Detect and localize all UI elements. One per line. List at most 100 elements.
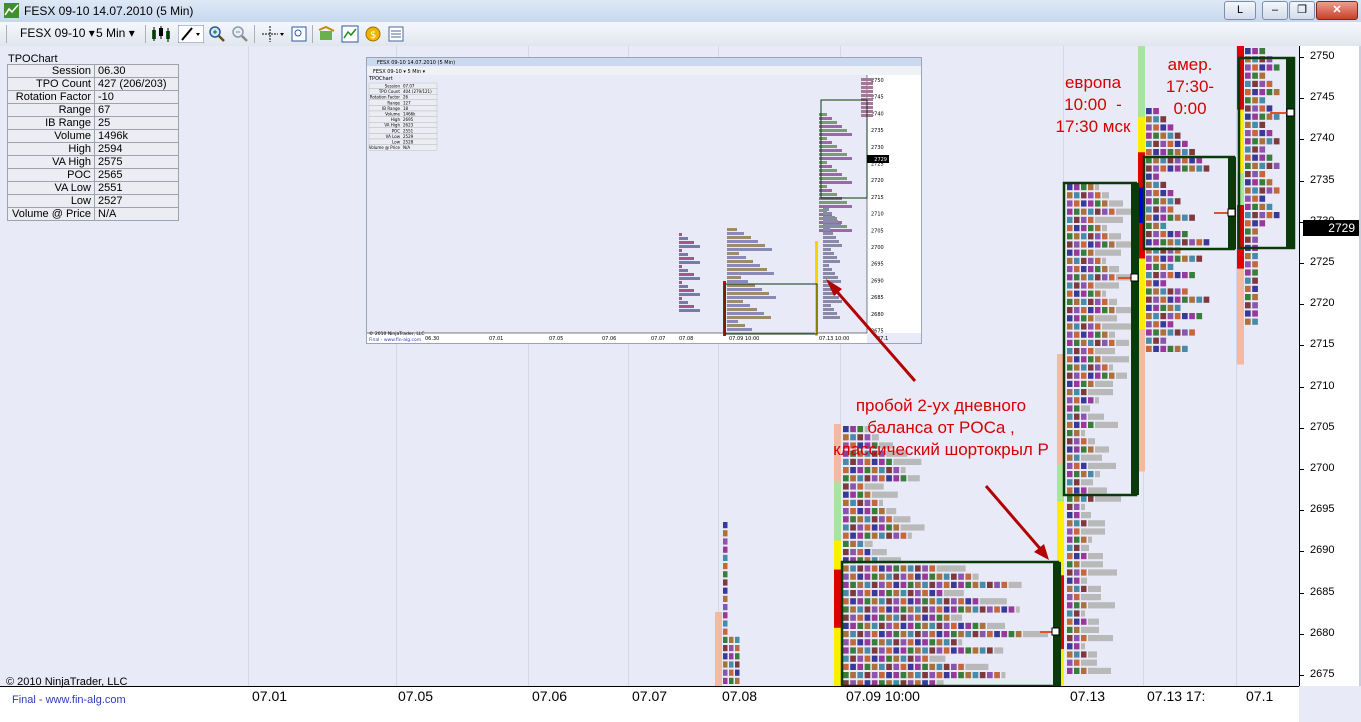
tpo-cell <box>951 581 957 588</box>
session-color-strip <box>1138 435 1145 472</box>
tpo-cell <box>1088 315 1094 322</box>
session-color-strip <box>1138 81 1145 118</box>
tpo-cell <box>857 622 864 629</box>
tpo-cell <box>1203 165 1210 172</box>
volume-bar <box>1081 610 1085 617</box>
tpo-cell <box>1001 581 1008 588</box>
drawing-tool-icon[interactable] <box>178 25 204 43</box>
orders-icon[interactable]: $ <box>364 25 382 43</box>
tpo-cell <box>850 655 856 662</box>
tpo-cell <box>929 614 936 621</box>
tpo-cell <box>1067 561 1073 568</box>
volume-bar <box>1102 225 1107 232</box>
tpo-cell <box>943 647 950 654</box>
tpo-cell <box>879 631 885 638</box>
tpo-cell <box>1167 206 1174 213</box>
instrument-label: FESX 09-10 <box>20 26 86 40</box>
tpo-cell <box>1067 225 1073 232</box>
tpo-cell <box>1088 184 1094 191</box>
strategy-icon[interactable] <box>318 25 336 43</box>
tpo-cell <box>871 622 878 629</box>
volume-bar <box>1081 544 1089 551</box>
tpo-cell <box>1167 140 1174 147</box>
tpo-cell <box>1088 356 1094 363</box>
tpo-cell <box>1153 329 1159 336</box>
tpo-cell <box>936 663 943 670</box>
chart-app-icon <box>4 3 19 18</box>
session-color-strip <box>834 569 841 600</box>
tpo-cell <box>1273 138 1280 145</box>
tpo-cell <box>1252 138 1258 145</box>
tpo-cell <box>1252 89 1258 96</box>
tpo-cell <box>1266 162 1273 169</box>
tpo-cell <box>1067 430 1073 437</box>
tpo-cell <box>965 622 972 629</box>
tpo-cell <box>1174 345 1181 352</box>
tpo-cell <box>1109 274 1115 281</box>
footer-link[interactable]: Final - www.fin-alg.com <box>12 694 126 706</box>
tpo-cell <box>1109 339 1115 346</box>
chart-style-icon[interactable] <box>150 25 176 43</box>
interval-selector[interactable]: 5 Min ▾ <box>96 26 135 40</box>
tpo-cell <box>1153 255 1159 262</box>
session-color-strip <box>1138 258 1145 295</box>
tpo-cell <box>1067 405 1073 412</box>
volume-bar <box>1095 471 1100 478</box>
tpo-cell <box>871 499 878 506</box>
tpo-cell <box>1153 296 1159 303</box>
tpo-cell <box>857 647 864 654</box>
tpo-cell <box>922 672 928 679</box>
tpo-cell <box>843 516 849 523</box>
tpo-cell <box>1182 272 1188 279</box>
volume-bar <box>1008 581 1022 588</box>
crosshair-icon[interactable] <box>260 25 286 43</box>
tpo-cell <box>1146 255 1152 262</box>
tpo-cell <box>843 565 849 572</box>
properties-icon[interactable] <box>387 25 405 43</box>
tpo-cell <box>886 622 892 629</box>
tpo-cell <box>907 614 914 621</box>
volume-bar <box>1015 606 1020 613</box>
tpo-cell <box>929 606 936 613</box>
zoom-out-icon[interactable] <box>231 25 249 43</box>
tpo-cell <box>857 663 864 670</box>
tpo-cell <box>871 516 878 523</box>
tpo-cell <box>850 516 856 523</box>
help-button[interactable]: L <box>1224 1 1256 20</box>
tpo-cell <box>886 475 892 482</box>
data-box-icon[interactable] <box>290 25 308 43</box>
tpo-cell <box>850 663 856 670</box>
tpo-cell <box>1001 631 1008 638</box>
close-button[interactable]: ✕ <box>1316 1 1358 20</box>
zoom-in-icon[interactable] <box>208 25 226 43</box>
tpo-cell <box>850 631 856 638</box>
volume-bar <box>1088 569 1117 576</box>
volume-bar <box>1081 430 1085 437</box>
tpo-cell <box>1174 329 1181 336</box>
tpo-cell <box>1160 313 1167 320</box>
tpo-cell <box>1160 304 1167 311</box>
tpo-cell <box>1167 214 1174 221</box>
volume-bar <box>879 499 883 506</box>
tpo-cell <box>843 663 849 670</box>
tpo-cell <box>1102 372 1108 379</box>
tpo-cell <box>879 639 885 646</box>
indicators-icon[interactable] <box>341 25 359 43</box>
minimize-button[interactable]: – <box>1262 1 1288 20</box>
tpo-cell <box>1252 80 1258 87</box>
tpo-cell <box>1167 149 1174 156</box>
volume-bar <box>1088 438 1095 445</box>
maximize-button[interactable]: ❐ <box>1289 1 1315 20</box>
tpo-cell <box>723 661 728 668</box>
tpo-cell <box>1189 214 1195 221</box>
volume-bar <box>1095 348 1115 355</box>
tpo-cell <box>886 606 892 613</box>
tpo-cell <box>1252 294 1258 301</box>
instrument-selector[interactable]: FESX 09-10 ▾ <box>20 26 95 40</box>
tpo-cell <box>1196 165 1203 172</box>
tpo-cell <box>907 573 914 580</box>
tpo-cell <box>936 614 943 621</box>
tpo-cell <box>1153 345 1159 352</box>
tpo-cell <box>1245 203 1251 210</box>
session-color-strip <box>834 598 841 629</box>
